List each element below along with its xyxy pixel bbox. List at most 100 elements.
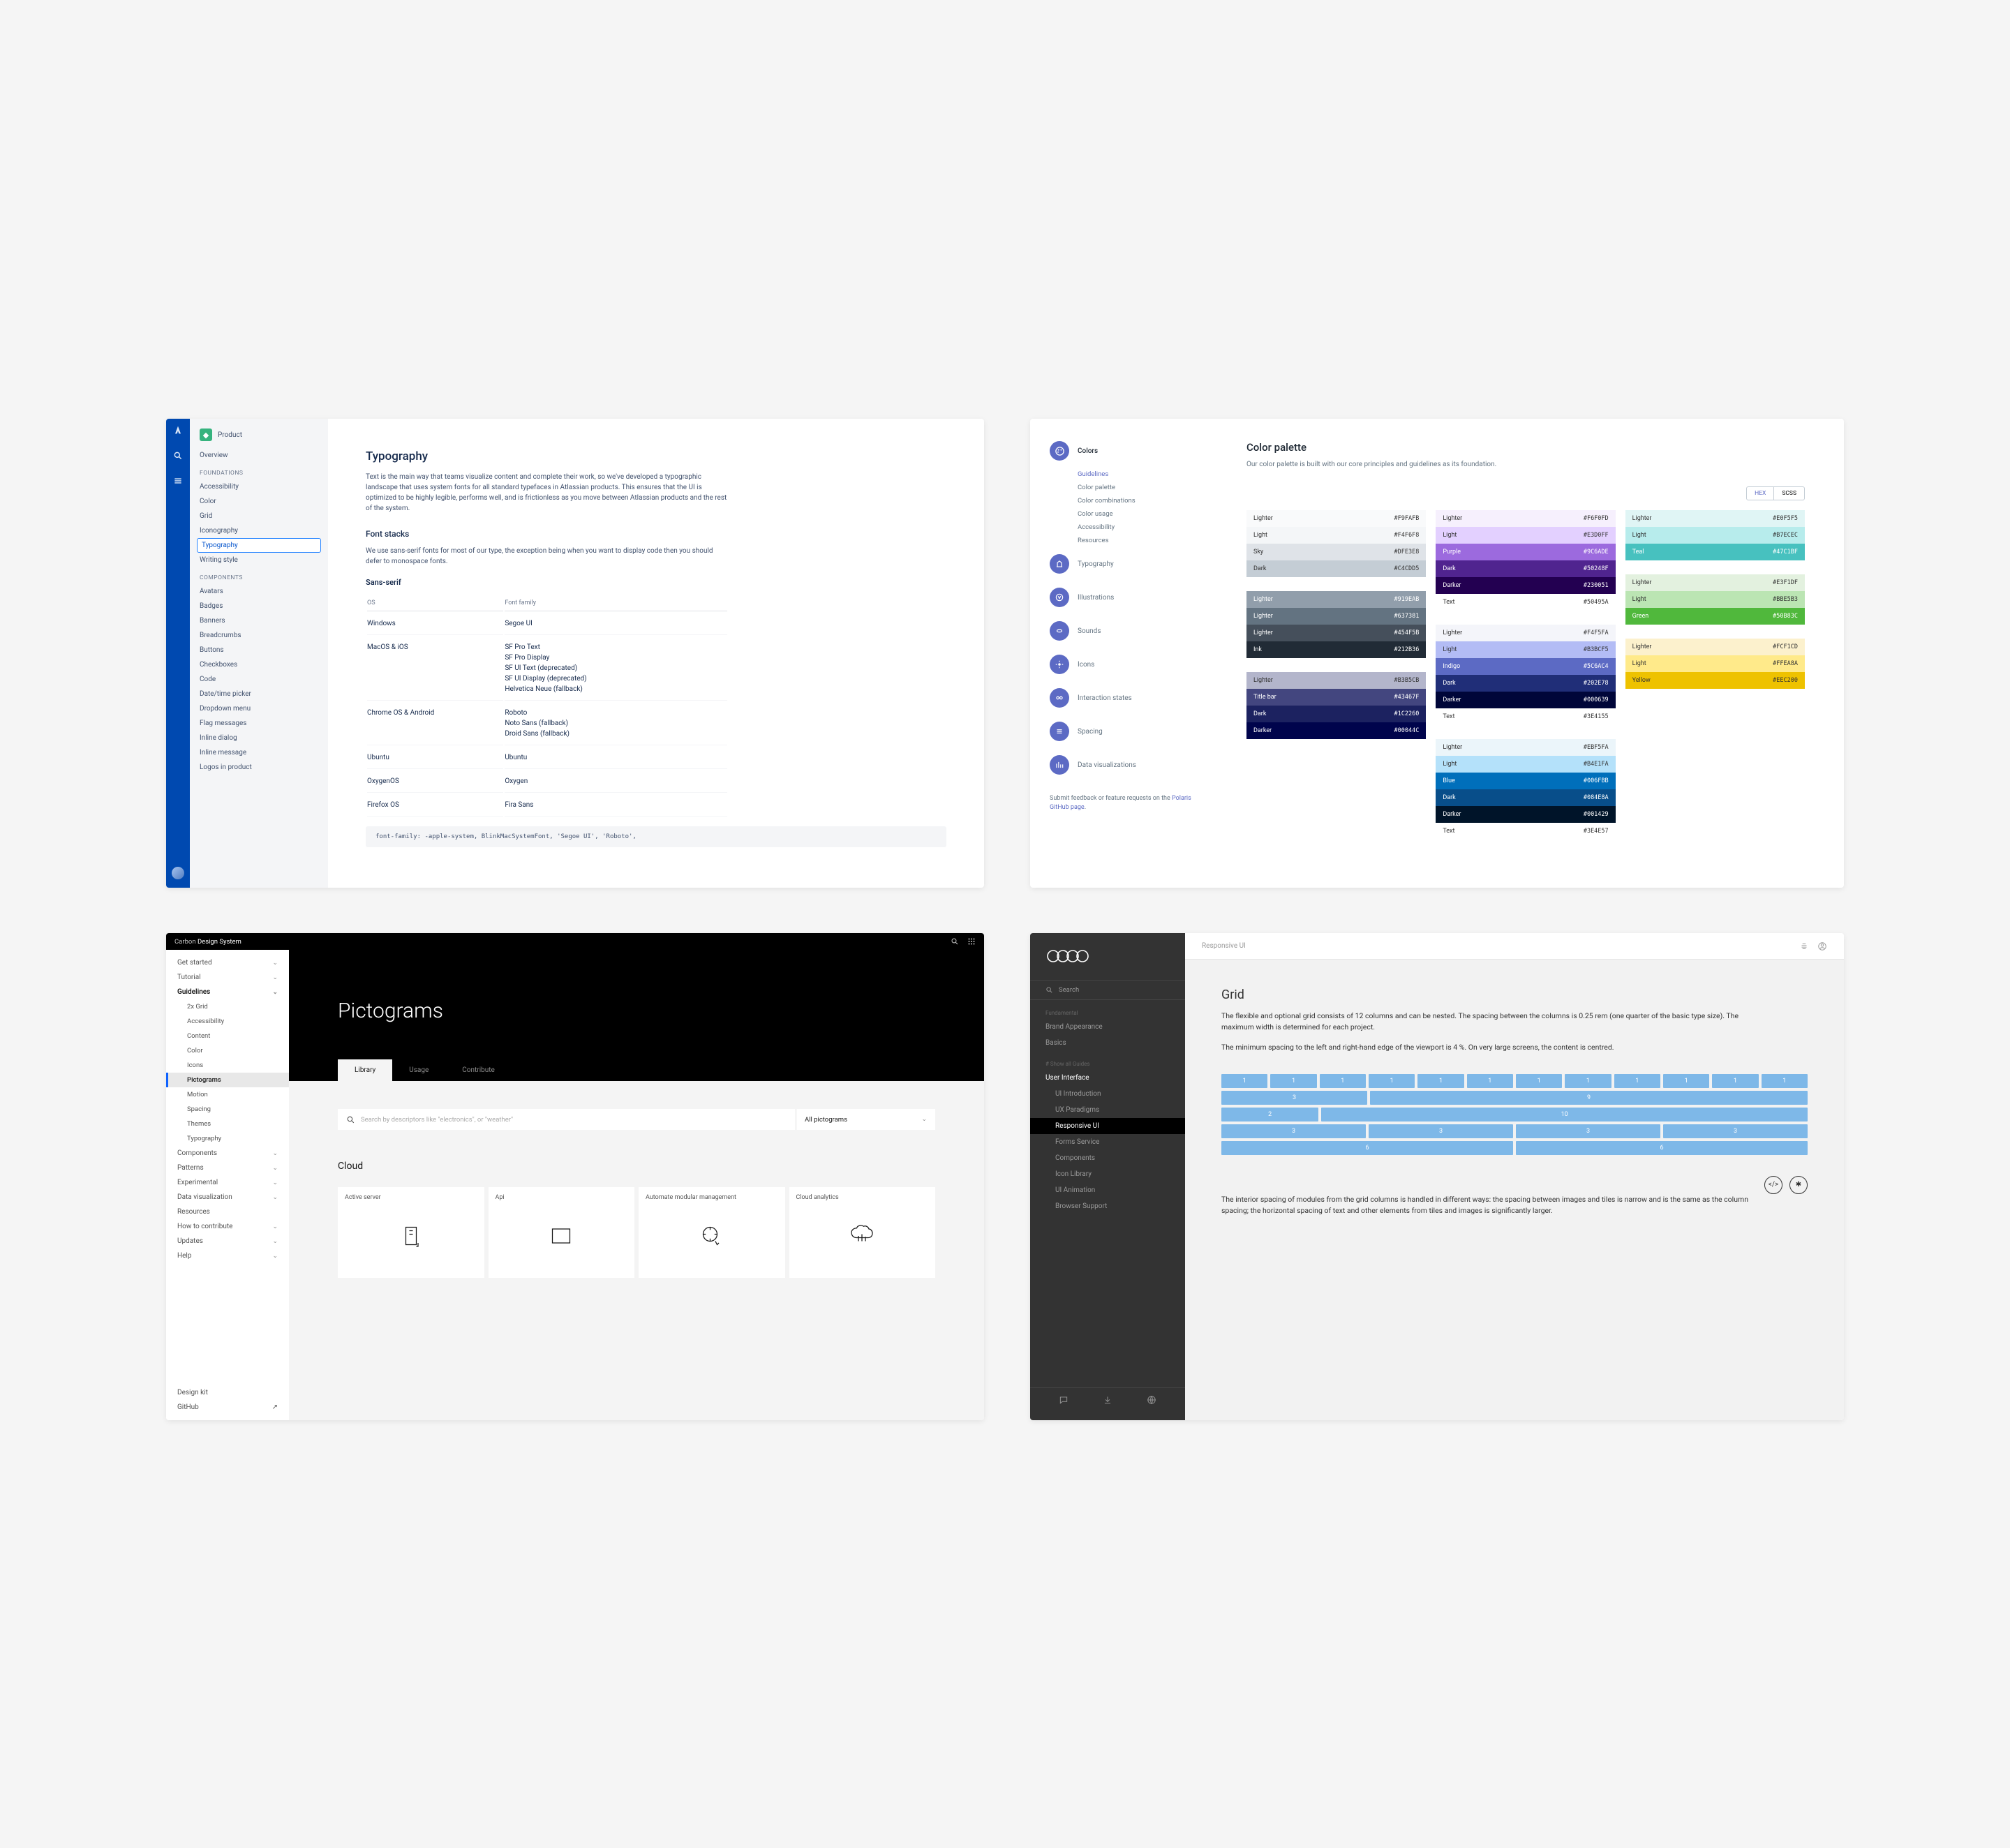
nav-cat-item[interactable]: Typography (1030, 547, 1221, 581)
nav-item[interactable]: Forms Service (1030, 1134, 1185, 1150)
swatch-row[interactable]: Lighter#F6F0FD (1436, 510, 1615, 527)
swatch-row[interactable]: Light#B7ECEC (1625, 527, 1805, 544)
toggle-scss[interactable]: SCSS (1774, 486, 1805, 500)
swatch-row[interactable]: Darker#00044C (1246, 722, 1426, 739)
nav-sub-item[interactable]: Color usage (1030, 507, 1221, 521)
nav-item[interactable]: Components (1030, 1150, 1185, 1166)
swatch-row[interactable]: Lighter#F9FAFB (1246, 510, 1426, 527)
nav-item[interactable]: Themes (166, 1117, 289, 1131)
nav-sub-item[interactable]: Accessibility (1030, 521, 1221, 534)
swatch-row[interactable]: Light#F4F6F8 (1246, 527, 1426, 544)
swatch-row[interactable]: Darker#230051 (1436, 577, 1615, 594)
nav-overview[interactable]: Overview (190, 448, 328, 463)
filter-select[interactable]: All pictograms ⌄ (796, 1109, 935, 1130)
nav-item[interactable]: Logos in product (190, 760, 328, 775)
nav-item[interactable]: Design kit (166, 1385, 289, 1400)
swatch-row[interactable]: Dark#C4CDD5 (1246, 560, 1426, 577)
nav-item[interactable]: Accessibility (190, 479, 328, 494)
nav-item[interactable]: Patterns⌄ (166, 1161, 289, 1175)
swatch-row[interactable]: Light#B4E1FA (1436, 756, 1615, 773)
swatch-row[interactable]: Teal#47C1BF (1625, 544, 1805, 560)
swatch-row[interactable]: Lighter#637381 (1246, 608, 1426, 625)
nav-item[interactable]: Help⌄ (166, 1249, 289, 1263)
swatch-row[interactable]: Light#BBE5B3 (1625, 591, 1805, 608)
nav-item[interactable]: Badges (190, 599, 328, 613)
nav-item[interactable]: Iconography (190, 523, 328, 538)
nav-item[interactable]: Inline message (190, 745, 328, 760)
nav-item[interactable]: GitHub↗ (166, 1400, 289, 1415)
swatch-row[interactable]: Title bar#43467F (1246, 689, 1426, 706)
nav-item[interactable]: Spacing (166, 1102, 289, 1117)
user-icon[interactable] (1817, 941, 1827, 951)
swatch-row[interactable]: Text#3E4E57 (1436, 823, 1615, 840)
nav-item[interactable]: Motion (166, 1087, 289, 1102)
search-icon[interactable] (173, 451, 183, 461)
swatch-row[interactable]: Dark#202E78 (1436, 675, 1615, 692)
nav-item[interactable]: Resources (166, 1205, 289, 1219)
nav-item[interactable]: Code (190, 672, 328, 687)
nav-sub-item[interactable]: Guidelines (1030, 468, 1221, 481)
nav-item[interactable]: 2x Grid (166, 999, 289, 1014)
swatch-row[interactable]: Darker#000639 (1436, 692, 1615, 708)
nav-item[interactable]: Accessibility (166, 1014, 289, 1029)
nav-cat-colors[interactable]: Colors (1030, 434, 1221, 468)
search-icon[interactable] (951, 937, 959, 946)
swatch-row[interactable]: Text#50495A (1436, 594, 1615, 611)
nav-sub-item[interactable]: Color palette (1030, 481, 1221, 494)
nav-cat-item[interactable]: Illustrations (1030, 581, 1221, 614)
settings-icon[interactable] (1799, 941, 1809, 951)
menu-icon[interactable] (173, 476, 183, 486)
nav-item[interactable]: Brand Appearance (1030, 1019, 1185, 1035)
chat-icon[interactable] (1059, 1395, 1069, 1405)
globe-icon[interactable] (1147, 1395, 1156, 1405)
pictogram-card[interactable]: Automate modular management (639, 1187, 785, 1278)
swatch-row[interactable]: Indigo#5C6AC4 (1436, 658, 1615, 675)
nav-item[interactable]: Data visualization⌄ (166, 1190, 289, 1205)
swatch-row[interactable]: Yellow#EEC200 (1625, 672, 1805, 689)
nav-item[interactable]: Writing style (190, 553, 328, 567)
swatch-row[interactable]: Dark#1C2260 (1246, 706, 1426, 722)
avatar[interactable] (172, 867, 184, 879)
nav-item[interactable]: UI Animation (1030, 1182, 1185, 1198)
swatch-row[interactable]: Lighter#B3B5CB (1246, 672, 1426, 689)
nav-item[interactable]: Responsive UI (1030, 1118, 1185, 1134)
nav-cat-item[interactable]: Sounds (1030, 614, 1221, 648)
tab[interactable]: Library (338, 1059, 392, 1081)
nav-item[interactable]: Color (166, 1043, 289, 1058)
nav-item[interactable]: Flag messages (190, 716, 328, 731)
search-input[interactable]: Search by descriptors like "electronics"… (338, 1109, 796, 1130)
swatch-row[interactable]: Text#3E4155 (1436, 708, 1615, 725)
nav-item[interactable]: UI Introduction (1030, 1086, 1185, 1102)
tab[interactable]: Contribute (445, 1059, 512, 1081)
tab[interactable]: Usage (392, 1059, 445, 1081)
swatch-row[interactable]: Lighter#454F5B (1246, 625, 1426, 641)
nav-item[interactable]: Basics (1030, 1035, 1185, 1051)
nav-item[interactable]: UX Paradigms (1030, 1102, 1185, 1118)
codepen-btn[interactable]: ✱ (1789, 1176, 1808, 1194)
swatch-row[interactable]: Light#FFEA8A (1625, 655, 1805, 672)
nav-hdr-guides[interactable]: # Show all Guides (1030, 1051, 1185, 1070)
nav-item[interactable]: Components⌄ (166, 1146, 289, 1161)
nav-item[interactable]: Avatars (190, 584, 328, 599)
pictogram-card[interactable]: Api (489, 1187, 635, 1278)
nav-item[interactable]: Typography (197, 538, 321, 553)
brand[interactable]: Carbon Design System (174, 938, 241, 946)
nav-item[interactable]: Checkboxes (190, 657, 328, 672)
swatch-row[interactable]: Light#E3D0FF (1436, 527, 1615, 544)
swatch-row[interactable]: Dark#084E8A (1436, 789, 1615, 806)
download-icon[interactable] (1103, 1395, 1112, 1405)
logo-icon[interactable] (172, 424, 184, 435)
toggle-hex[interactable]: HEX (1746, 486, 1774, 500)
apps-icon[interactable] (967, 937, 976, 946)
nav-cat-item[interactable]: Interaction states (1030, 681, 1221, 715)
swatch-row[interactable]: Green#50B83C (1625, 608, 1805, 625)
nav-item[interactable]: Dropdown menu (190, 701, 328, 716)
nav-item[interactable]: Grid (190, 509, 328, 523)
nav-sub-item[interactable]: Resources (1030, 534, 1221, 547)
swatch-row[interactable]: Darker#001429 (1436, 806, 1615, 823)
nav-item[interactable]: Get started⌄ (166, 955, 289, 970)
nav-user-interface[interactable]: User Interface (1030, 1070, 1185, 1086)
nav-item[interactable]: Banners (190, 613, 328, 628)
pictogram-card[interactable]: Cloud analytics (789, 1187, 936, 1278)
swatch-row[interactable]: Sky#DFE3E8 (1246, 544, 1426, 560)
